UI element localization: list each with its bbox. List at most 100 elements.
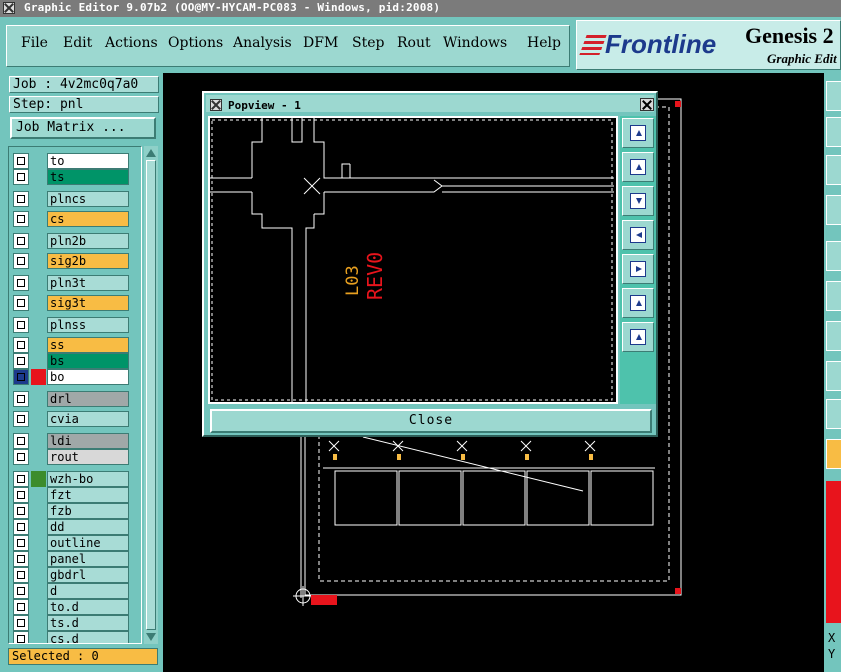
layer-color-swatch[interactable] — [31, 433, 46, 449]
layer-checkbox[interactable] — [13, 169, 29, 185]
layer-checkbox[interactable] — [13, 391, 29, 407]
layer-color-swatch[interactable] — [31, 391, 46, 407]
tool-button[interactable] — [826, 361, 841, 391]
layer-color-swatch[interactable] — [31, 253, 46, 269]
layer-checkbox[interactable] — [13, 353, 29, 369]
layer-row-fzb[interactable]: fzb — [13, 503, 139, 519]
layer-row-dd[interactable]: dd — [13, 519, 139, 535]
layer-color-swatch[interactable] — [31, 551, 46, 567]
layer-name[interactable]: drl — [47, 391, 129, 407]
layer-color-swatch[interactable] — [31, 211, 46, 227]
close-icon[interactable] — [640, 98, 654, 111]
layer-checkbox[interactable] — [13, 567, 29, 583]
scroll-down-icon[interactable] — [146, 633, 156, 641]
layer-color-swatch[interactable] — [31, 583, 46, 599]
layer-name[interactable]: dd — [47, 519, 129, 535]
layer-checkbox[interactable] — [13, 487, 29, 503]
layer-checkbox[interactable] — [13, 615, 29, 631]
menu-analysis[interactable]: Analysis — [233, 35, 292, 51]
zoom-out-button[interactable] — [622, 288, 654, 318]
menu-help[interactable]: Help — [527, 35, 561, 51]
layer-checkbox[interactable] — [13, 503, 29, 519]
layer-name[interactable]: pln2b — [47, 233, 129, 249]
menu-step[interactable]: Step — [352, 35, 384, 51]
popview-title-bar[interactable]: Popview - 1 — [206, 95, 654, 112]
layer-color-swatch[interactable] — [31, 369, 46, 385]
layer-name[interactable]: bs — [47, 353, 129, 369]
layer-row-ts[interactable]: ts — [13, 169, 139, 185]
layer-checkbox[interactable] — [13, 411, 29, 427]
tool-button[interactable] — [826, 241, 841, 271]
layer-checkbox[interactable] — [13, 295, 29, 311]
layer-name[interactable]: cvia — [47, 411, 129, 427]
layer-name[interactable]: pln3t — [47, 275, 129, 291]
pan-up-button[interactable] — [622, 152, 654, 182]
layer-checkbox[interactable] — [13, 211, 29, 227]
zoom-home-button[interactable] — [622, 118, 654, 148]
pan-left-button[interactable] — [622, 220, 654, 250]
layer-checkbox[interactable] — [13, 519, 29, 535]
layer-name[interactable]: to — [47, 153, 129, 169]
layer-color-swatch[interactable] — [31, 295, 46, 311]
tool-button[interactable] — [826, 117, 841, 147]
layer-color-swatch[interactable] — [31, 153, 46, 169]
layer-color-swatch[interactable] — [31, 615, 46, 631]
menu-dfm[interactable]: DFM — [303, 35, 338, 51]
tool-button[interactable] — [826, 281, 841, 311]
layer-row-fzt[interactable]: fzt — [13, 487, 139, 503]
tool-button[interactable] — [826, 321, 841, 351]
popview-menu-icon[interactable] — [210, 99, 222, 111]
scroll-up-icon[interactable] — [146, 149, 156, 157]
layer-color-swatch[interactable] — [31, 449, 46, 465]
layer-name[interactable]: outline — [47, 535, 129, 551]
tool-button[interactable] — [826, 195, 841, 225]
menu-file[interactable]: File — [21, 35, 48, 51]
pan-down-button[interactable] — [622, 186, 654, 216]
layer-row-plncs[interactable]: plncs — [13, 191, 139, 207]
layer-color-swatch[interactable] — [31, 471, 46, 487]
layer-row-ldi[interactable]: ldi — [13, 433, 139, 449]
layer-checkbox[interactable] — [13, 153, 29, 169]
layer-checkbox[interactable] — [13, 535, 29, 551]
tool-button[interactable] — [826, 439, 841, 469]
layer-color-swatch[interactable] — [31, 631, 46, 643]
layer-row-panel[interactable]: panel — [13, 551, 139, 567]
menu-edit[interactable]: Edit — [63, 35, 92, 51]
job-matrix-button[interactable]: Job Matrix ... — [10, 117, 156, 139]
layer-row-sig3t[interactable]: sig3t — [13, 295, 139, 311]
layer-row-gbdrl[interactable]: gbdrl — [13, 567, 139, 583]
layer-checkbox[interactable] — [13, 191, 29, 207]
layer-row-ts.d[interactable]: ts.d — [13, 615, 139, 631]
layer-checkbox[interactable] — [13, 551, 29, 567]
layer-checkbox[interactable] — [13, 471, 29, 487]
layer-checkbox[interactable] — [13, 433, 29, 449]
popview-close-button[interactable]: Close — [210, 409, 652, 433]
layer-name[interactable]: cs.d — [47, 631, 129, 643]
layer-color-swatch[interactable] — [31, 275, 46, 291]
layer-name[interactable]: to.d — [47, 599, 129, 615]
layer-row-cs[interactable]: cs — [13, 211, 139, 227]
layer-name[interactable]: bo — [47, 369, 129, 385]
layer-checkbox[interactable] — [13, 317, 29, 333]
layer-name[interactable]: ldi — [47, 433, 129, 449]
layer-row-bo[interactable]: bo — [13, 369, 139, 385]
close-app-icon[interactable] — [3, 2, 15, 14]
layer-checkbox[interactable] — [13, 369, 29, 385]
tool-button[interactable] — [826, 399, 841, 429]
layer-checkbox[interactable] — [13, 599, 29, 615]
layer-name[interactable]: wzh-bo — [47, 471, 129, 487]
layer-name[interactable]: ts — [47, 169, 129, 185]
layer-row-pln3t[interactable]: pln3t — [13, 275, 139, 291]
layer-row-d[interactable]: d — [13, 583, 139, 599]
layer-color-swatch[interactable] — [31, 169, 46, 185]
tool-button[interactable] — [826, 81, 841, 111]
layer-row-pln2b[interactable]: pln2b — [13, 233, 139, 249]
layer-checkbox[interactable] — [13, 337, 29, 353]
layer-color-swatch[interactable] — [31, 411, 46, 427]
menu-options[interactable]: Options — [168, 35, 223, 51]
menu-windows[interactable]: Windows — [443, 35, 507, 51]
layer-color-swatch[interactable] — [31, 503, 46, 519]
layer-row-wzh-bo[interactable]: wzh-bo — [13, 471, 139, 487]
popview-canvas[interactable]: L03 REV0 — [208, 116, 618, 404]
layer-color-swatch[interactable] — [31, 599, 46, 615]
